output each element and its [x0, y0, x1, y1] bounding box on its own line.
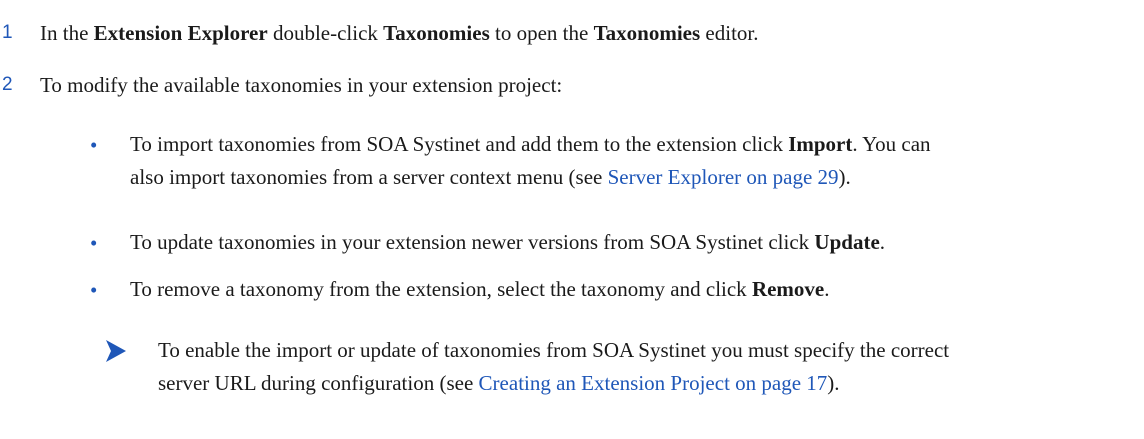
- text-run: editor.: [700, 21, 759, 45]
- note-text: To enable the import or update of taxono…: [158, 334, 1142, 400]
- bold-term-remove: Remove: [751, 277, 825, 301]
- text-run: to open the: [489, 21, 594, 45]
- step-2: 2 To modify the available taxonomies in …: [0, 70, 1144, 106]
- step-number: 2: [2, 74, 13, 95]
- bullet-glyph: •: [90, 278, 98, 302]
- step-1: 1 In the Extension Explorer double-click…: [0, 18, 1144, 54]
- text-run: .: [824, 277, 830, 301]
- bold-term-taxonomies: Taxonomies: [383, 21, 490, 45]
- link-server-explorer[interactable]: Server Explorer on page 29: [608, 165, 839, 189]
- note-line: server URL during configuration (see Cre…: [158, 367, 1142, 400]
- text-run: To update taxonomies in your extension n…: [130, 230, 815, 254]
- text-run: ).: [838, 165, 851, 189]
- note-line: To enable the import or update of taxono…: [158, 338, 950, 362]
- text-run: To import taxonomies from SOA Systinet a…: [130, 132, 789, 156]
- text-run: also import taxonomies from a server con…: [130, 165, 608, 189]
- bullet-line: also import taxonomies from a server con…: [130, 161, 1140, 194]
- bold-term-extension-explorer: Extension Explorer: [93, 21, 268, 45]
- text-run: In the: [40, 21, 94, 45]
- bullet-item-update: To update taxonomies in your extension n…: [130, 226, 1140, 259]
- bullet-line: To import taxonomies from SOA Systinet a…: [130, 128, 1140, 161]
- bold-term-taxonomies-editor: Taxonomies: [593, 21, 701, 45]
- text-run: . You can: [852, 132, 931, 156]
- text-run: .: [879, 230, 886, 254]
- bullet-item-remove: To remove a taxonomy from the extension,…: [130, 273, 1140, 306]
- text-run: double-click: [267, 21, 384, 45]
- link-creating-extension-project[interactable]: Creating an Extension Project on page 17: [479, 371, 828, 395]
- bullet-item-import: To import taxonomies from SOA Systinet a…: [130, 128, 1140, 194]
- text-run: ).: [827, 371, 840, 395]
- step-text: In the Extension Explorer double-click T…: [40, 18, 759, 48]
- step-number: 1: [2, 22, 13, 43]
- step-text: To modify the available taxonomies in yo…: [40, 73, 563, 97]
- bold-term-import: Import: [788, 132, 853, 156]
- note-arrow-icon: [106, 340, 126, 362]
- text-run: To remove a taxonomy from the extension,…: [130, 277, 752, 301]
- bullet-glyph: •: [90, 231, 98, 255]
- bold-term-update: Update: [814, 230, 880, 254]
- text-run: server URL during configuration (see: [158, 371, 479, 395]
- bullet-glyph: •: [90, 133, 98, 157]
